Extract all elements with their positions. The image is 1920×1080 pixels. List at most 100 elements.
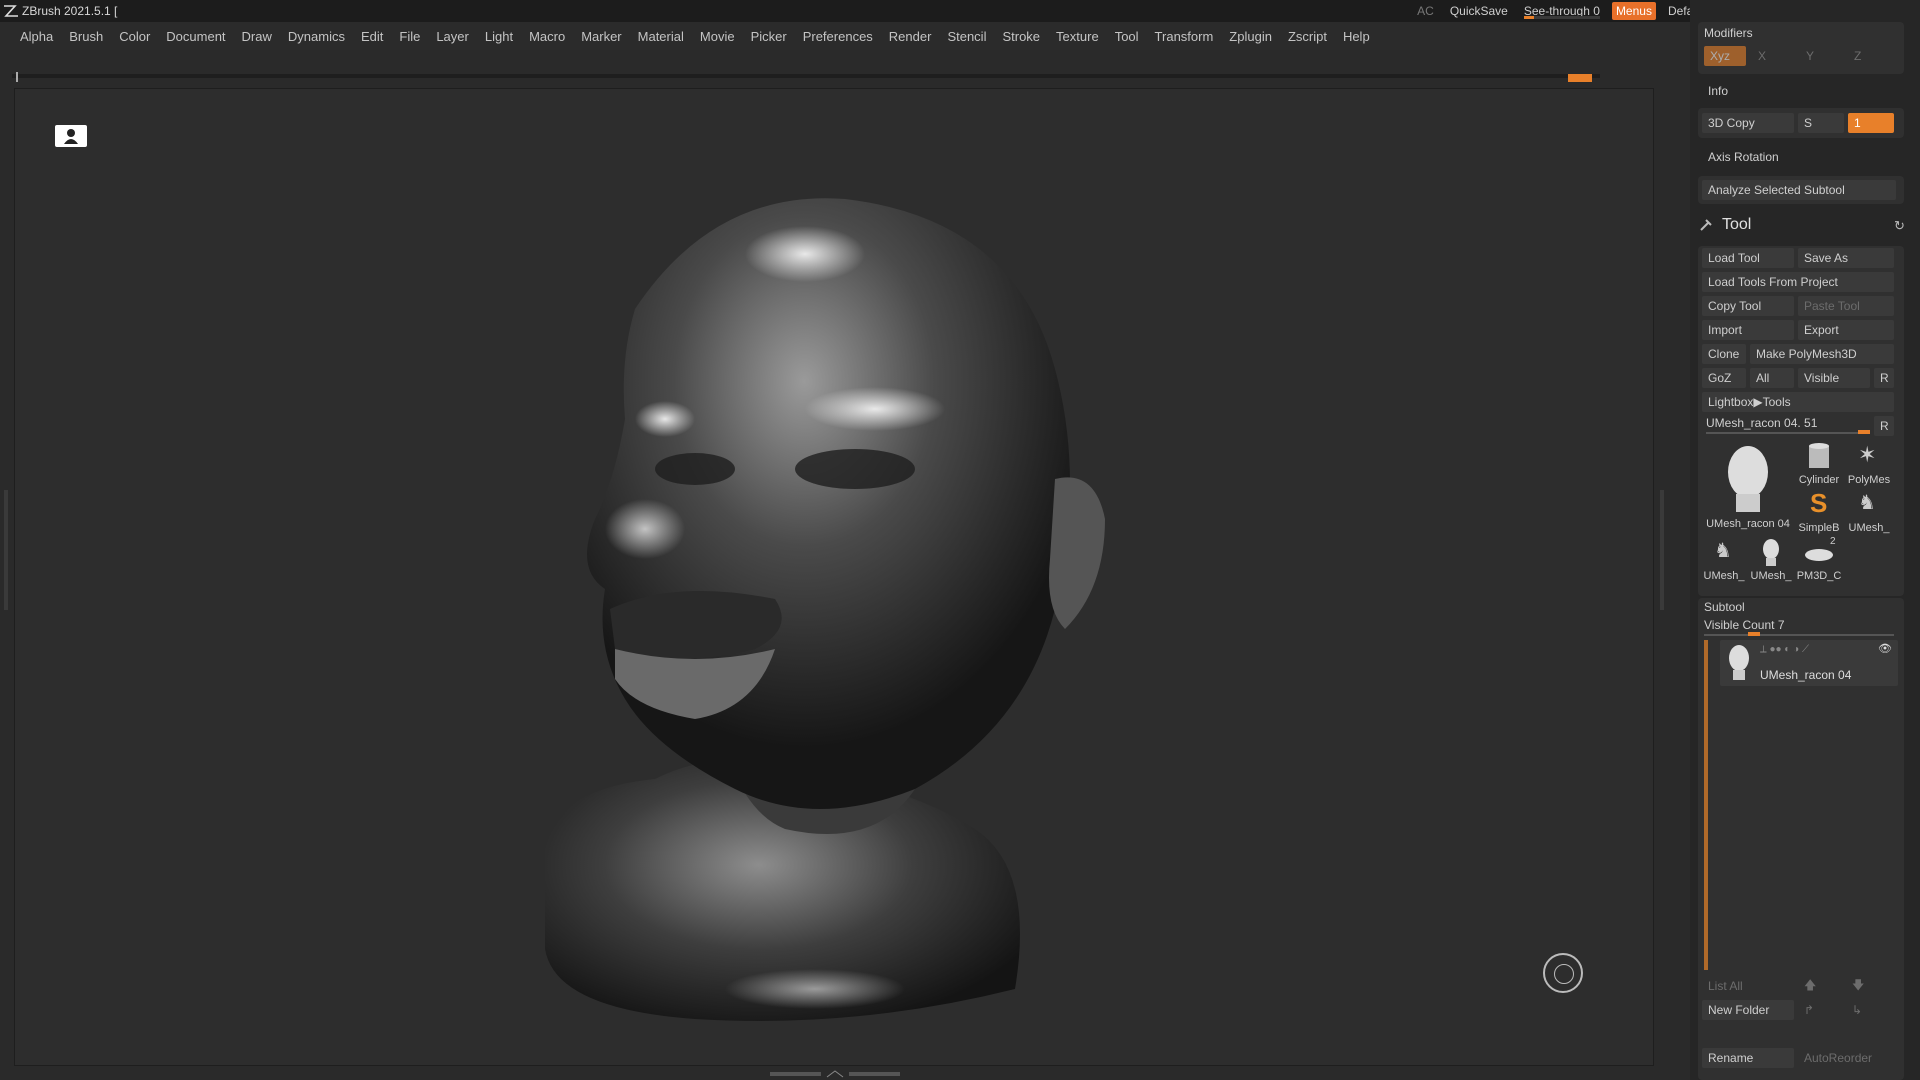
new-folder-button[interactable]: New Folder xyxy=(1702,1000,1794,1020)
current-tool-r-button[interactable]: R xyxy=(1874,416,1894,436)
see-through-slider[interactable]: See-through 0 xyxy=(1516,4,1608,19)
right-tray-handle[interactable] xyxy=(1660,490,1664,610)
timeline-marker[interactable] xyxy=(1568,74,1592,82)
menu-transform[interactable]: Transform xyxy=(1147,29,1222,44)
y-toggle[interactable]: Y xyxy=(1800,46,1842,66)
menu-render[interactable]: Render xyxy=(881,29,940,44)
goz-all-button[interactable]: All xyxy=(1750,368,1794,388)
folder-out-icon[interactable]: ↳ xyxy=(1846,1000,1894,1020)
timeline-track[interactable] xyxy=(12,74,1600,78)
menu-preferences[interactable]: Preferences xyxy=(795,29,881,44)
menu-macro[interactable]: Macro xyxy=(521,29,573,44)
menu-marker[interactable]: Marker xyxy=(573,29,629,44)
tool-title: Tool xyxy=(1722,216,1752,233)
tool-thumb-umesh-2[interactable]: ♞ UMesh_ xyxy=(1844,488,1894,534)
tool-thumb-umesh-racon[interactable]: UMesh_racon 04 xyxy=(1702,440,1794,532)
menu-picker[interactable]: Picker xyxy=(743,29,795,44)
current-tool-thumb[interactable] xyxy=(1858,430,1870,434)
copy-tool-button[interactable]: Copy Tool xyxy=(1702,296,1794,316)
menu-tool[interactable]: Tool xyxy=(1107,29,1147,44)
subtool-toggles-icon[interactable]: ⟂ ●● ◐ ◑ ⟋ xyxy=(1760,644,1809,655)
subtool-item[interactable]: 👁 ⟂ ●● ◐ ◑ ⟋ UMesh_racon 04 xyxy=(1720,640,1898,686)
simplebrush-icon: S xyxy=(1810,488,1828,518)
paste-tool-button[interactable]: Paste Tool xyxy=(1798,296,1894,316)
goz-visible-button[interactable]: Visible xyxy=(1798,368,1870,388)
import-button[interactable]: Import xyxy=(1702,320,1794,340)
subtool-section: Subtool Visible Count 7 👁 ⟂ ●● ◐ ◑ ⟋ UMe… xyxy=(1698,598,1904,1080)
visible-count-thumb[interactable] xyxy=(1748,632,1760,636)
menu-file[interactable]: File xyxy=(391,29,428,44)
folder-in-icon[interactable]: ↱ xyxy=(1798,1000,1842,1020)
analyze-selected-subtool-button[interactable]: Analyze Selected Subtool xyxy=(1702,180,1896,200)
s-button[interactable]: S xyxy=(1798,113,1844,133)
load-tools-from-project-button[interactable]: Load Tools From Project xyxy=(1702,272,1894,292)
save-as-button[interactable]: Save As xyxy=(1798,248,1894,268)
menu-help[interactable]: Help xyxy=(1335,29,1378,44)
load-tool-button[interactable]: Load Tool xyxy=(1702,248,1794,268)
tool-thumb-label: UMesh_ xyxy=(1750,570,1792,582)
tool-thumb-simplebrush[interactable]: S SimpleB xyxy=(1796,488,1842,534)
tool-thumb-umesh-3[interactable]: ♞ UMesh_ xyxy=(1702,536,1746,582)
lightbox-tools-button[interactable]: Lightbox▶Tools xyxy=(1702,392,1894,412)
goz-r-button[interactable]: R xyxy=(1874,368,1894,388)
left-tray-handle[interactable] xyxy=(4,490,8,610)
menu-document[interactable]: Document xyxy=(158,29,233,44)
rotate-gizmo-icon[interactable] xyxy=(1543,953,1583,993)
xyz-toggle[interactable]: Xyz xyxy=(1704,46,1746,66)
visible-count-slider[interactable]: Visible Count 7 xyxy=(1704,618,1785,632)
menu-draw[interactable]: Draw xyxy=(234,29,280,44)
quicksave-button[interactable]: QuickSave xyxy=(1442,4,1516,18)
refresh-icon[interactable]: ↻ xyxy=(1894,218,1905,234)
x-toggle[interactable]: X xyxy=(1752,46,1794,66)
menu-zscript[interactable]: Zscript xyxy=(1280,29,1335,44)
3d-copy-value[interactable]: 1 xyxy=(1848,113,1894,133)
tool-thumb-pm3d[interactable]: 2 PM3D_C xyxy=(1796,536,1842,582)
rename-button[interactable]: Rename xyxy=(1702,1048,1794,1068)
move-up-icon[interactable]: 🡅 xyxy=(1798,976,1842,996)
ac-button[interactable]: AC xyxy=(1409,4,1442,18)
autoreorder-button[interactable]: AutoReorder xyxy=(1798,1048,1894,1068)
menu-layer[interactable]: Layer xyxy=(428,29,477,44)
menu-brush[interactable]: Brush xyxy=(61,29,111,44)
see-through-track xyxy=(1523,16,1600,19)
chevron-updown-icon[interactable] xyxy=(825,1070,845,1078)
z-toggle[interactable]: Z xyxy=(1848,46,1890,66)
document-canvas[interactable] xyxy=(14,88,1654,1066)
menu-edit[interactable]: Edit xyxy=(353,29,391,44)
menu-light[interactable]: Light xyxy=(477,29,521,44)
goz-button[interactable]: GoZ xyxy=(1702,368,1746,388)
export-button[interactable]: Export xyxy=(1798,320,1894,340)
menu-stencil[interactable]: Stencil xyxy=(939,29,994,44)
list-all-button[interactable]: List All xyxy=(1702,976,1794,996)
tool-thumb-cylinder[interactable]: Cylinder xyxy=(1796,440,1842,486)
copy3d-section: 3D Copy S 1 xyxy=(1698,108,1904,138)
tool-thumb-label: PM3D_C xyxy=(1796,570,1842,582)
current-tool-track xyxy=(1706,432,1866,434)
subtool-scrollbar[interactable] xyxy=(1704,640,1708,970)
tool-header[interactable]: Tool xyxy=(1698,216,1751,234)
menu-material[interactable]: Material xyxy=(630,29,692,44)
sculpt-head-model[interactable] xyxy=(15,89,1654,1066)
menu-color[interactable]: Color xyxy=(111,29,158,44)
menu-texture[interactable]: Texture xyxy=(1048,29,1107,44)
subtool-label[interactable]: Subtool xyxy=(1704,600,1745,614)
menu-alpha[interactable]: Alpha xyxy=(12,29,61,44)
tool-thumb-umesh-4[interactable]: UMesh_ xyxy=(1748,536,1794,582)
clone-button[interactable]: Clone xyxy=(1702,344,1746,364)
tool-thumb-label: UMesh_racon 04 xyxy=(1706,518,1790,530)
menu-movie[interactable]: Movie xyxy=(692,29,743,44)
make-polymesh3d-button[interactable]: Make PolyMesh3D xyxy=(1750,344,1894,364)
menu-stroke[interactable]: Stroke xyxy=(994,29,1048,44)
eye-icon[interactable]: 👁 xyxy=(1878,642,1892,655)
star-icon: ✶ xyxy=(1858,442,1877,467)
menu-dynamics[interactable]: Dynamics xyxy=(280,29,353,44)
menus-button[interactable]: Menus xyxy=(1611,2,1656,20)
see-through-fill xyxy=(1523,16,1534,19)
tool-thumb-polymesh[interactable]: ✶ PolyMes xyxy=(1844,440,1894,486)
tool-section: Load Tool Save As Load Tools From Projec… xyxy=(1698,246,1904,596)
move-down-icon[interactable]: 🡇 xyxy=(1846,976,1894,996)
3d-copy-button[interactable]: 3D Copy xyxy=(1702,113,1794,133)
menu-zplugin[interactable]: Zplugin xyxy=(1221,29,1280,44)
bottom-tray-handle[interactable] xyxy=(770,1070,900,1078)
current-tool-slider[interactable]: UMesh_racon 04. 51 xyxy=(1706,416,1817,430)
